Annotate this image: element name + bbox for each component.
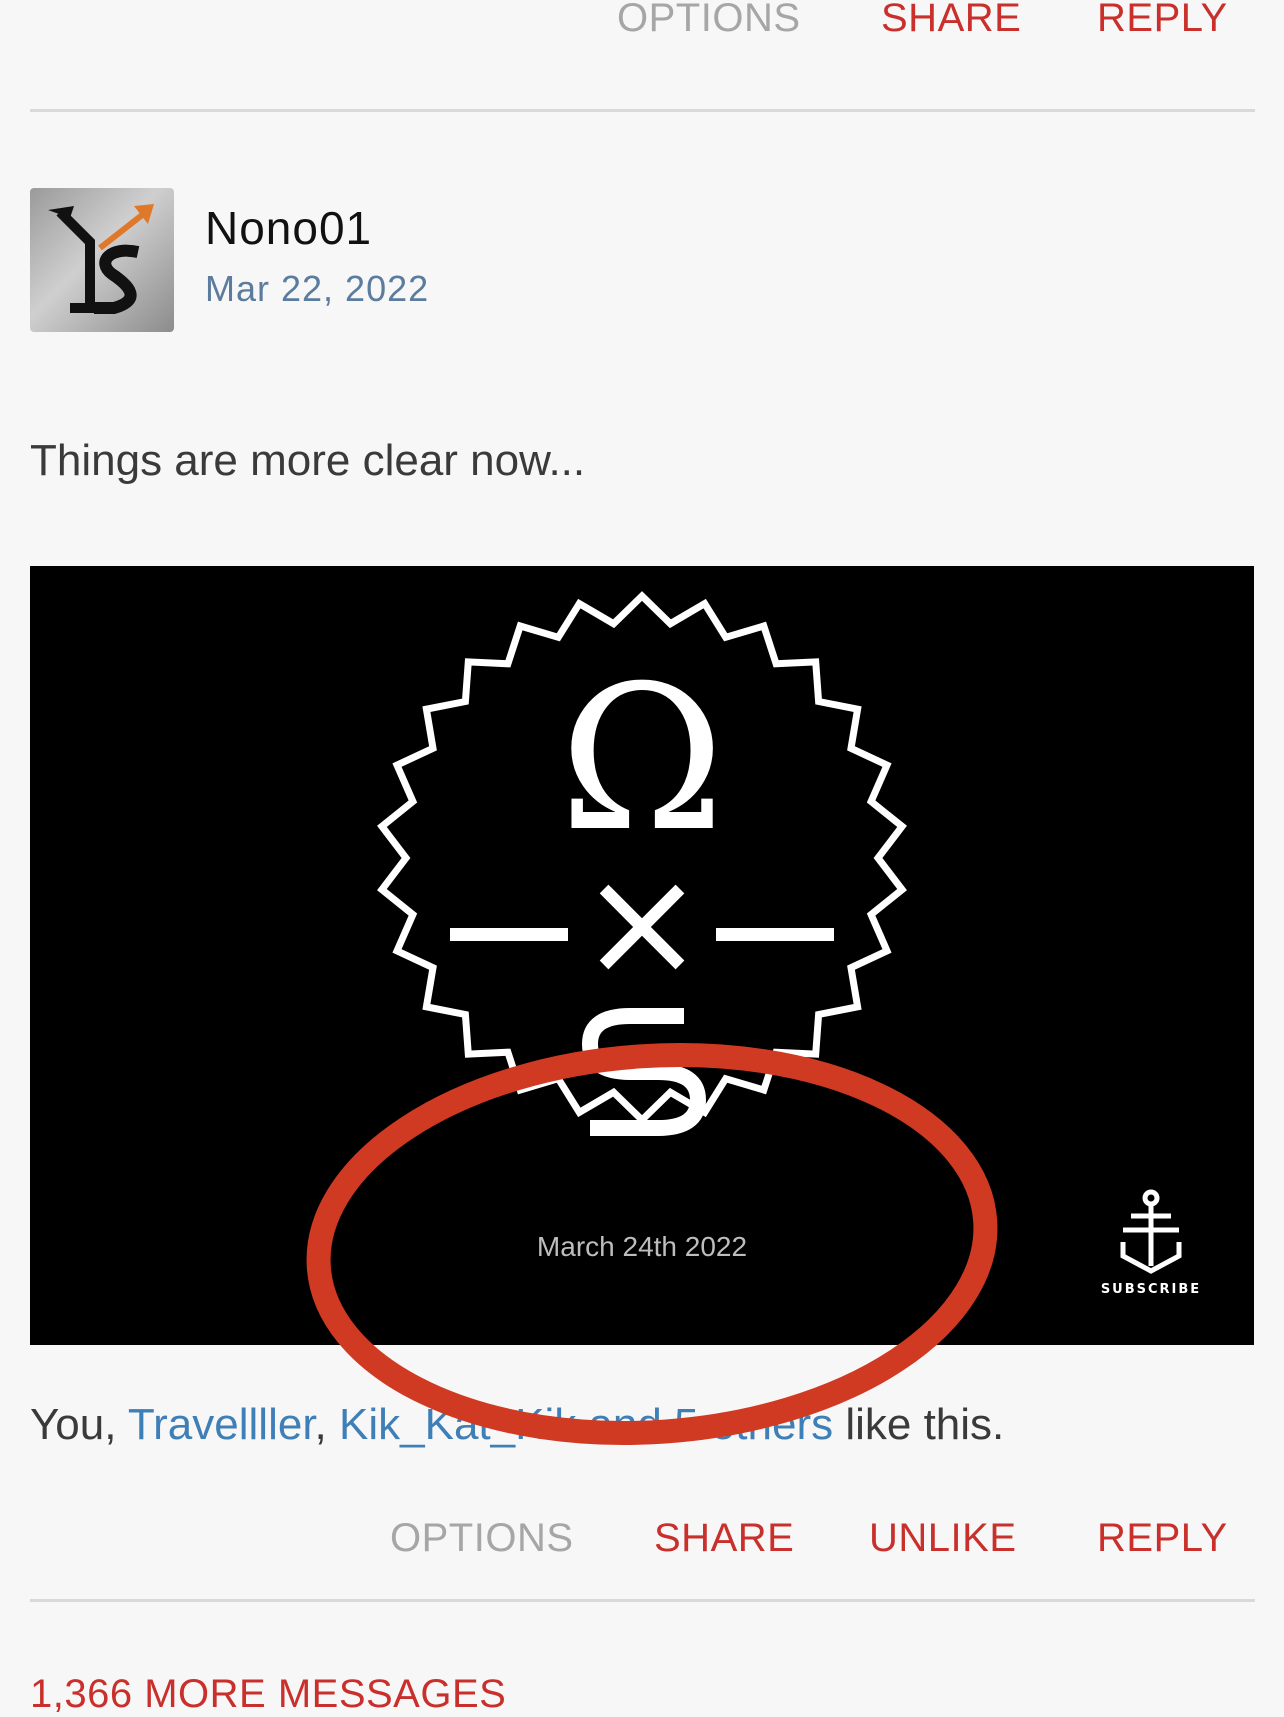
avatar[interactable] xyxy=(30,188,174,332)
post-date[interactable]: Mar 22, 2022 xyxy=(205,268,429,310)
likes-and[interactable]: and xyxy=(576,1400,674,1449)
reply-button[interactable]: REPLY xyxy=(1097,1516,1228,1561)
options-button[interactable]: OPTIONS xyxy=(390,1516,574,1561)
share-button-top[interactable]: SHARE xyxy=(881,0,1021,41)
more-messages-link[interactable]: 1,366 MORE MESSAGES xyxy=(30,1672,506,1717)
share-button[interactable]: SHARE xyxy=(654,1516,794,1561)
event-date: March 24th 2022 xyxy=(537,1231,747,1262)
liker-link[interactable]: Kik_Kat_Kik xyxy=(339,1400,576,1449)
post-image[interactable]: Ω × March 24th 2022 SUBSCRIBE xyxy=(30,566,1254,1345)
liker-link[interactable]: Travellller xyxy=(128,1400,315,1449)
right-rule xyxy=(716,928,834,941)
likes-prefix: You, xyxy=(30,1400,128,1449)
divider xyxy=(30,109,1255,112)
likes-suffix: like this. xyxy=(833,1400,1005,1449)
subscribe-anchor-icon xyxy=(1120,1189,1182,1274)
post-username[interactable]: Nono01 xyxy=(205,201,372,255)
swatch-s-icon xyxy=(581,1008,707,1136)
subscribe-label: SUBSCRIBE xyxy=(1101,1282,1201,1297)
others-link[interactable]: 5 others xyxy=(674,1400,833,1449)
omega-swatch-teaser-image: Ω × March 24th 2022 SUBSCRIBE xyxy=(377,591,1201,1297)
reply-button-top[interactable]: REPLY xyxy=(1097,0,1228,41)
unlike-button[interactable]: UNLIKE xyxy=(869,1516,1017,1561)
likes-separator: , xyxy=(314,1400,339,1449)
avatar-logo-icon xyxy=(30,188,174,332)
cross-symbol: × xyxy=(579,836,705,1010)
post-text: Things are more clear now... xyxy=(30,436,586,485)
likes-summary: You, Travellller, Kik_Kat_Kik and 5 othe… xyxy=(30,1400,1004,1450)
options-button-top[interactable]: OPTIONS xyxy=(617,0,801,41)
left-rule xyxy=(450,928,568,941)
divider xyxy=(30,1599,1255,1602)
